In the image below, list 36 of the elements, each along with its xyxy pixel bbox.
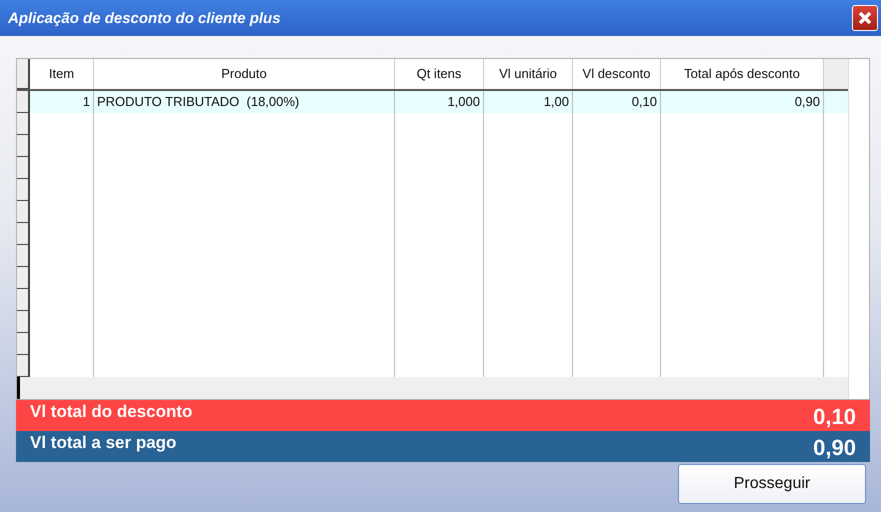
row-indicator[interactable]	[17, 157, 30, 179]
close-icon	[857, 10, 873, 26]
row-indicator[interactable]	[17, 223, 30, 245]
row-indicator[interactable]	[17, 267, 30, 289]
window-title: Aplicação de desconto do cliente plus	[8, 10, 281, 26]
row-indicator[interactable]	[17, 59, 30, 89]
row-indicator[interactable]	[17, 289, 30, 311]
close-button[interactable]	[852, 5, 878, 31]
column-header[interactable]: Item	[30, 59, 94, 89]
proceed-button[interactable]: Prosseguir	[678, 464, 866, 504]
table-cell: 0,10	[632, 94, 657, 109]
column-header[interactable]: Vl desconto	[573, 59, 661, 89]
horizontal-scrollbar[interactable]	[17, 377, 848, 399]
total-value: 0,90	[813, 434, 856, 462]
column-header[interactable]: Qt itens	[395, 59, 484, 89]
row-indicator[interactable]	[17, 201, 30, 223]
table-cell: 1	[82, 94, 90, 109]
table-row[interactable]: 1 PRODUTO TRIBUTADO (18,00%) 1,000 1,00 0,10 0,90	[17, 91, 848, 113]
header-filler	[824, 59, 848, 89]
table-cell: 1,00	[544, 94, 569, 109]
row-indicator[interactable]	[17, 355, 30, 377]
column-header[interactable]: Produto	[94, 59, 395, 89]
total-label: Vl total do desconto	[30, 402, 192, 423]
row-indicator[interactable]	[17, 91, 30, 113]
row-indicator[interactable]	[17, 113, 30, 135]
table-cell: PRODUTO TRIBUTADO (18,00%)	[97, 94, 300, 109]
row-indicator[interactable]	[17, 311, 30, 333]
row-indicator[interactable]	[17, 179, 30, 201]
table-cell: 0,90	[794, 94, 820, 109]
total-label: Vl total a ser pago	[30, 433, 176, 454]
column-header[interactable]: Vl unitário	[484, 59, 573, 89]
total-value: 0,10	[813, 403, 856, 431]
row-indicator[interactable]	[17, 135, 30, 157]
row-indicator[interactable]	[17, 245, 30, 267]
table-cell: 1,000	[447, 94, 480, 109]
row-indicator[interactable]	[17, 333, 30, 355]
